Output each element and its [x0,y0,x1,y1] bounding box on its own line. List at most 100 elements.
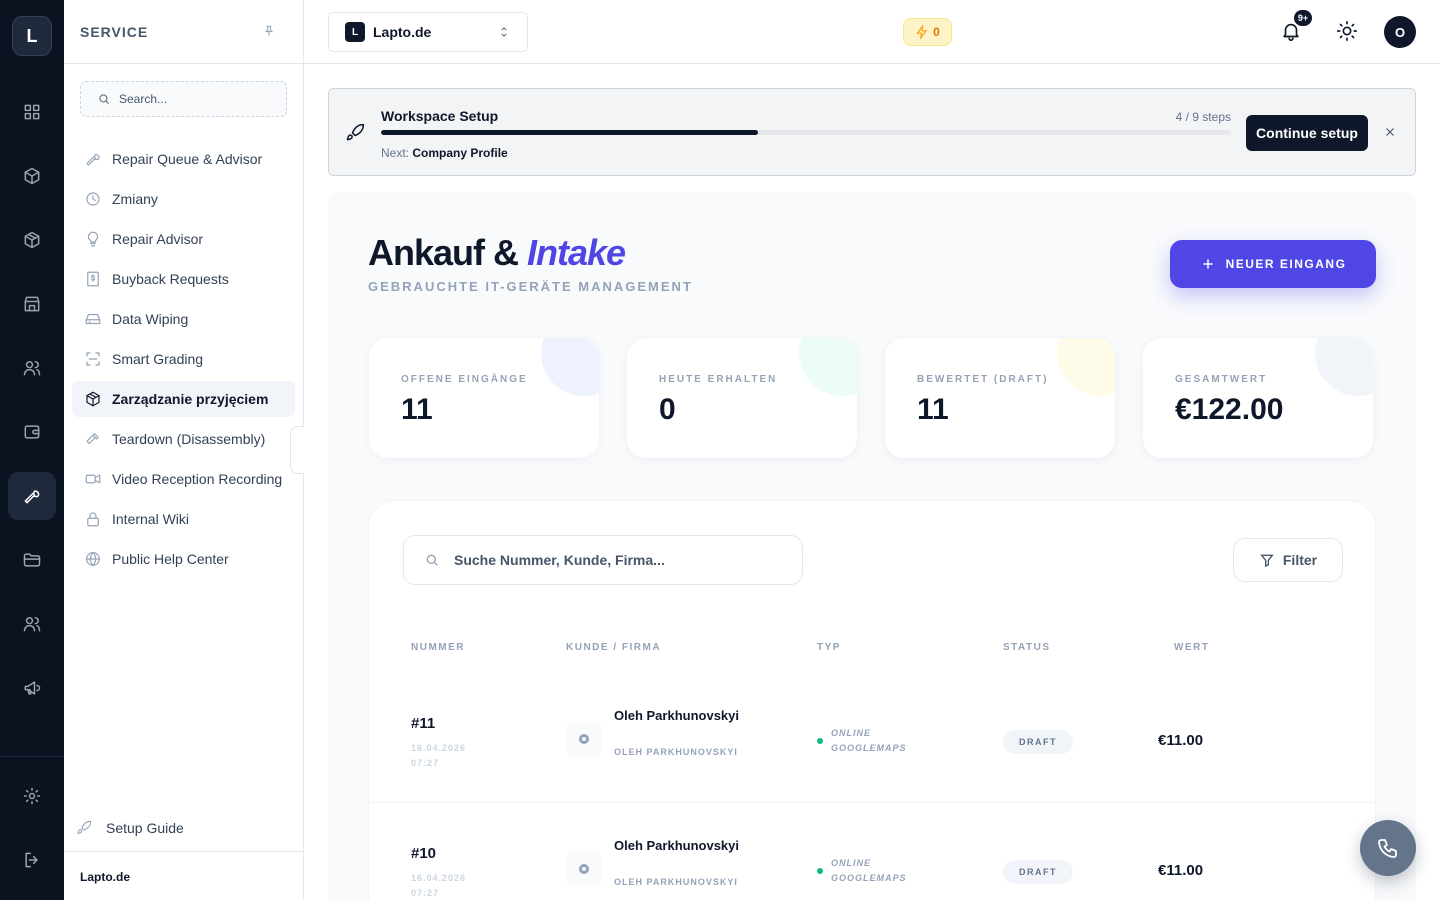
top-bar: L Lapto.de [304,0,1440,64]
setup-guide-label: Setup Guide [106,820,184,836]
new-intake-button[interactable]: NEUER EINGANG [1170,240,1376,288]
rail-logout-icon[interactable] [8,836,56,884]
table-search-input[interactable]: Suche Nummer, Kunde, Firma... [403,535,803,585]
user-avatar[interactable]: O [1384,16,1416,48]
sidebar: SERVICE Search... Repair Queue & Advisor… [64,0,304,900]
stat-card-draft: BEWERTET (DRAFT) 11 [884,337,1116,459]
pin-icon[interactable] [262,24,278,40]
sidebar-item-public-help-center[interactable]: Public Help Center [72,541,295,577]
type-indicator-dot [817,738,823,744]
continue-setup-button[interactable]: Continue setup [1246,115,1368,151]
rail-wrench-icon[interactable] [8,472,56,520]
sidebar-divider [64,63,304,64]
sidebar-item-internal-wiki[interactable]: Internal Wiki [72,501,295,537]
rail-settings-icon[interactable] [8,772,56,820]
page-subtitle: GEBRAUCHTE IT-GERÄTE MANAGEMENT [368,279,693,294]
rail-package-icon[interactable] [8,216,56,264]
sun-icon[interactable] [1336,20,1360,44]
credits-count: 0 [933,25,940,39]
column-header-type[interactable]: TYP [817,642,841,653]
table-row[interactable]: #10 16.04.2026 07:27 Oleh Parkhunovskyi … [369,803,1377,900]
workspace-setup-banner: Workspace Setup 4 / 9 steps Next: Compan… [328,88,1416,176]
sidebar-item-buyback-requests[interactable]: Buyback Requests [72,261,295,297]
rail-store-icon[interactable] [8,280,56,328]
filter-button[interactable]: Filter [1233,538,1343,582]
status-badge: DRAFT [1003,730,1073,754]
workspace-select[interactable]: L Lapto.de [328,12,528,52]
stat-label: BEWERTET (DRAFT) [917,374,1049,385]
sidebar-item-label: Video Reception Recording [112,471,283,487]
credits-badge[interactable]: 0 [903,18,952,46]
rocket-icon [345,123,365,143]
rocket-icon [77,820,92,834]
close-icon[interactable] [1383,125,1399,141]
sidebar-item-label: Repair Queue & Advisor [112,151,263,167]
row-datetime: 16.04.2026 07:27 [411,871,491,900]
sidebar-item-label: Internal Wiki [112,511,190,527]
sidebar-item-intake-management[interactable]: Zarządzanie przyjęciem [72,381,295,417]
column-header-customer[interactable]: KUNDE / FIRMA [566,642,661,653]
wrench-icon [86,154,100,166]
sidebar-item-zmiany[interactable]: Zmiany [72,181,295,217]
sidebar-item-label: Zmiany [112,191,158,207]
sidebar-item-smart-grading[interactable]: Smart Grading [72,341,295,377]
setup-next-value: Company Profile [412,146,508,160]
stat-value: €122.00 [1175,393,1284,426]
setup-guide-link[interactable]: Setup Guide [76,820,184,836]
rail-users-icon[interactable] [8,344,56,392]
rail-megaphone-icon[interactable] [8,664,56,712]
rail-divider [0,756,64,757]
plus-icon [1202,259,1213,269]
sidebar-item-repair-advisor[interactable]: Repair Advisor [72,221,295,257]
column-header-value[interactable]: WERT [1174,642,1209,653]
customer-company: OLEH PARKHUNOVSKYI [614,877,738,887]
table-row[interactable]: #11 16.04.2026 07:27 Oleh Parkhunovskyi … [369,673,1377,803]
table-search-placeholder: Suche Nummer, Kunde, Firma... [454,552,665,568]
sidebar-collapse-handle[interactable] [290,426,304,474]
stat-decoration [799,338,857,396]
page-title-main: Ankauf & [368,232,519,273]
stat-decoration [541,338,599,396]
row-time: 07:27 [411,758,440,768]
stat-value: 11 [401,393,433,426]
row-type: ONLINE GOOGLEMAPS [831,728,907,753]
sidebar-item-label: Zarządzanie przyjęciem [112,391,269,407]
rail-wallet-icon[interactable] [8,408,56,456]
call-button[interactable] [1360,820,1416,876]
filter-icon [1260,554,1274,568]
customer-name: Oleh Parkhunovskyi [614,838,739,853]
sidebar-search-input[interactable]: Search... [80,81,287,117]
stat-label: HEUTE ERHALTEN [659,374,778,385]
customer-company: OLEH PARKHUNOVSKYI [614,747,738,757]
lock-icon [87,512,99,527]
row-number: #11 [411,715,436,732]
column-header-status[interactable]: STATUS [1003,642,1051,653]
column-header-number[interactable]: NUMMER [411,642,465,653]
app-logo[interactable]: L [12,16,52,56]
sidebar-item-repair-queue[interactable]: Repair Queue & Advisor [72,141,295,177]
customer-name: Oleh Parkhunovskyi [614,708,739,723]
sidebar-item-label: Public Help Center [112,551,229,567]
stat-label: OFFENE EINGÄNGE [401,374,528,385]
stat-label: GESAMTWERT [1175,374,1268,385]
setup-progress-bar [381,130,1231,135]
stat-card-today: HEUTE ERHALTEN 0 [626,337,858,459]
sidebar-item-video-reception[interactable]: Video Reception Recording [72,461,295,497]
status-badge: DRAFT [1003,860,1073,884]
sidebar-search-placeholder: Search... [119,92,168,106]
sidebar-item-teardown[interactable]: Teardown (Disassembly) [72,421,295,457]
notifications-badge: 9+ [1294,10,1312,26]
sidebar-item-label: Smart Grading [112,351,204,367]
sidebar-item-label: Data Wiping [112,311,189,327]
row-number: #10 [411,845,437,862]
sidebar-item-label: Teardown (Disassembly) [112,431,266,447]
globe-icon [86,552,100,566]
rail-dashboard-icon[interactable] [8,88,56,136]
page-title: Ankauf & Intake [368,232,626,274]
hard-drive-icon [85,313,101,325]
rail-team-icon[interactable] [8,600,56,648]
setup-title: Workspace Setup [381,108,499,124]
rail-folder-icon[interactable] [8,536,56,584]
rail-box-icon[interactable] [8,152,56,200]
sidebar-item-data-wiping[interactable]: Data Wiping [72,301,295,337]
